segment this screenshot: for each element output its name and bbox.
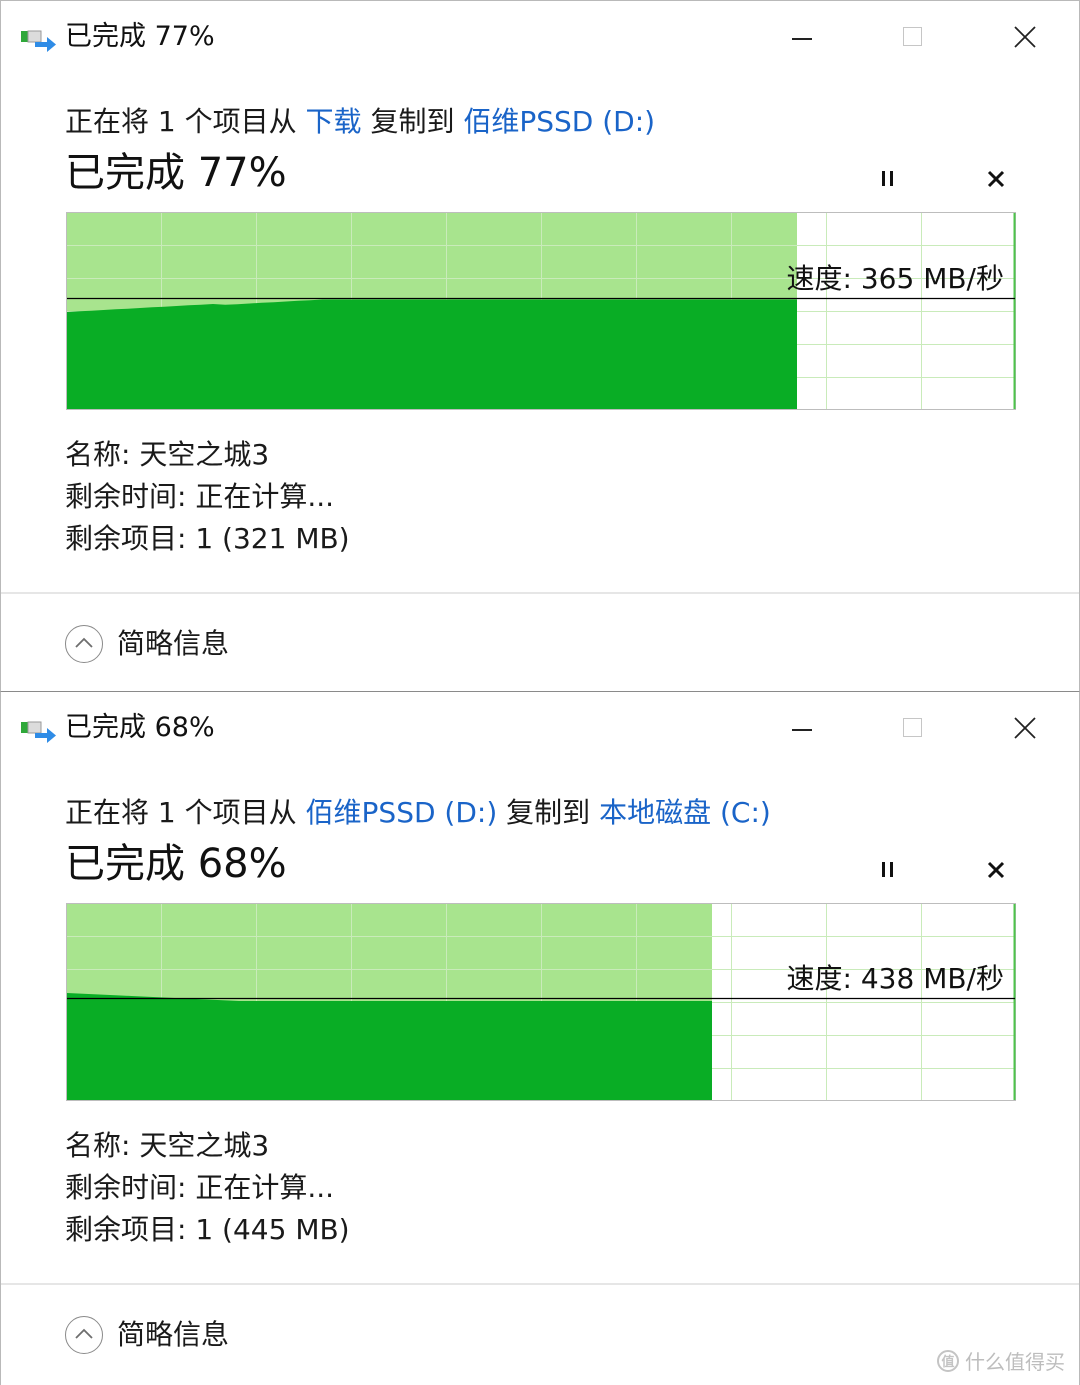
copy-dialog-1: 已完成 77% 正在将 1 个项目从 下载 复制到 佰维PSSD (D:) 已完… <box>0 0 1080 691</box>
speed-area <box>67 299 797 409</box>
fewer-details-toggle[interactable]: 简略信息 <box>65 1312 229 1358</box>
title-bar: 已完成 68% <box>1 692 1079 766</box>
close-icon <box>1014 26 1036 48</box>
title-bar: 已完成 77% <box>1 1 1079 75</box>
window-title: 已完成 68% <box>65 712 215 743</box>
minimize-button[interactable] <box>772 13 832 63</box>
progress-status: 已完成 77% <box>65 150 287 196</box>
maximize-button[interactable] <box>883 704 943 754</box>
copy-transfer-icon <box>21 30 56 52</box>
destination-link[interactable]: 佰维PSSD (D:) <box>463 105 655 138</box>
copy-description: 正在将 1 个项目从 下载 复制到 佰维PSSD (D:) <box>65 101 655 143</box>
file-name: 名称: 天空之城3 <box>65 1129 270 1162</box>
copy-description: 正在将 1 个项目从 佰维PSSD (D:) 复制到 本地磁盘 (C:) <box>65 792 771 834</box>
pause-button[interactable] <box>862 154 912 204</box>
progress-status: 已完成 68% <box>65 841 287 887</box>
cancel-button[interactable] <box>971 845 1021 895</box>
cancel-button[interactable] <box>971 154 1021 204</box>
window-title: 已完成 77% <box>65 21 215 52</box>
watermark-logo-icon: 值 <box>937 1349 959 1372</box>
time-remaining: 剩余时间: 正在计算... <box>65 480 335 513</box>
fewer-details-toggle[interactable]: 简略信息 <box>65 621 229 667</box>
watermark: 值什么值得买 <box>937 1346 1065 1375</box>
maximize-icon <box>903 27 922 46</box>
source-link[interactable]: 下载 <box>306 105 362 138</box>
close-window-button[interactable] <box>995 13 1055 63</box>
details: 名称: 天空之城3 剩余时间: 正在计算... 剩余项目: 1 (445 MB) <box>65 1125 350 1251</box>
speed-area <box>67 993 712 1100</box>
details: 名称: 天空之城3 剩余时间: 正在计算... 剩余项目: 1 (321 MB) <box>65 434 350 560</box>
items-remaining: 剩余项目: 1 (321 MB) <box>65 522 350 555</box>
minimize-icon <box>792 38 812 40</box>
copy-prefix: 正在将 1 个项目从 <box>65 796 306 829</box>
time-remaining: 剩余时间: 正在计算... <box>65 1171 335 1204</box>
minimize-icon <box>792 729 812 731</box>
pause-button[interactable] <box>862 845 912 895</box>
copy-transfer-icon <box>21 721 56 743</box>
destination-link[interactable]: 本地磁盘 (C:) <box>599 796 771 829</box>
speed-label: 速度: 438 MB/秒 <box>787 962 1004 995</box>
cancel-icon <box>987 861 1005 879</box>
divider <box>1 1283 1079 1285</box>
cancel-icon <box>987 170 1005 188</box>
fewer-details-label: 简略信息 <box>117 1318 230 1351</box>
copy-mid: 复制到 <box>497 796 600 829</box>
chevron-up-icon <box>65 1316 103 1354</box>
divider <box>1 592 1079 594</box>
transfer-speed-chart: 速度: 365 MB/秒 <box>66 212 1016 410</box>
fewer-details-label: 简略信息 <box>117 627 230 660</box>
transfer-speed-chart: 速度: 438 MB/秒 <box>66 903 1016 1101</box>
speed-label: 速度: 365 MB/秒 <box>787 262 1004 295</box>
close-window-button[interactable] <box>995 704 1055 754</box>
copy-dialog-2: 已完成 68% 正在将 1 个项目从 佰维PSSD (D:) 复制到 本地磁盘 … <box>0 691 1080 1385</box>
watermark-text: 什么值得买 <box>965 1350 1065 1374</box>
file-name: 名称: 天空之城3 <box>65 438 270 471</box>
copy-prefix: 正在将 1 个项目从 <box>65 105 306 138</box>
chevron-up-icon <box>65 625 103 663</box>
minimize-button[interactable] <box>772 704 832 754</box>
maximize-icon <box>903 718 922 737</box>
source-link[interactable]: 佰维PSSD (D:) <box>306 796 498 829</box>
items-remaining: 剩余项目: 1 (445 MB) <box>65 1213 350 1246</box>
copy-mid: 复制到 <box>361 105 464 138</box>
close-icon <box>1014 717 1036 739</box>
maximize-button[interactable] <box>883 13 943 63</box>
